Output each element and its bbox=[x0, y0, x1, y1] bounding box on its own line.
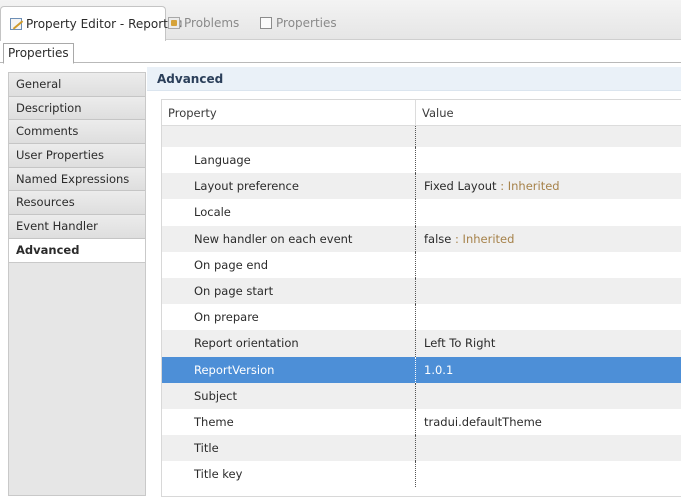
tab-problems[interactable]: Problems bbox=[168, 6, 239, 40]
value-cell[interactable] bbox=[416, 252, 681, 278]
property-cell: Title bbox=[162, 435, 416, 462]
property-cell: On prepare bbox=[162, 304, 416, 331]
column-header-property[interactable]: Property bbox=[162, 100, 416, 125]
tab-properties[interactable]: Properties bbox=[260, 6, 337, 40]
properties-subtab-bar: Properties bbox=[0, 41, 681, 64]
view-tab-strip: Property Editor - Report ⊠ Problems Prop… bbox=[0, 0, 681, 41]
value-cell bbox=[416, 126, 681, 147]
tab-problems-label: Problems bbox=[184, 16, 240, 30]
property-cell: Language bbox=[162, 147, 416, 174]
value-cell[interactable] bbox=[416, 435, 681, 461]
category-comments[interactable]: Comments bbox=[9, 120, 145, 145]
property-editor-icon bbox=[10, 18, 22, 30]
value-cell[interactable] bbox=[416, 461, 681, 487]
value-cell[interactable] bbox=[416, 147, 681, 173]
value-cell[interactable]: Fixed Layout : Inherited bbox=[416, 173, 681, 199]
category-event-handler[interactable]: Event Handler bbox=[9, 215, 145, 239]
property-cell: ReportVersion bbox=[162, 356, 416, 383]
property-cell bbox=[162, 126, 416, 147]
property-cell: Subject bbox=[162, 382, 416, 409]
category-advanced[interactable]: Advanced bbox=[9, 238, 145, 263]
category-general[interactable]: General bbox=[9, 73, 145, 97]
value-cell[interactable]: tradui.defaultTheme bbox=[416, 409, 681, 435]
inherited-label: Inherited bbox=[462, 231, 515, 246]
table-row[interactable]: New handler on each event false : Inheri… bbox=[162, 225, 681, 252]
table-row[interactable]: On page start bbox=[162, 277, 681, 305]
properties-icon bbox=[260, 17, 272, 29]
tab-property-editor[interactable]: Property Editor - Report ⊠ bbox=[0, 6, 182, 41]
table-row[interactable]: Report orientation Left To Right bbox=[162, 330, 681, 357]
value-cell[interactable] bbox=[416, 304, 681, 330]
category-list: General Description Comments User Proper… bbox=[8, 72, 146, 496]
property-cell: On page end bbox=[162, 251, 416, 278]
table-row-selected[interactable]: ReportVersion 1.0.1 bbox=[162, 356, 681, 383]
property-cell: New handler on each event bbox=[162, 225, 416, 252]
category-named-expressions[interactable]: Named Expressions bbox=[9, 167, 145, 192]
property-cell: Layout preference bbox=[162, 173, 416, 200]
table-row[interactable]: On page end bbox=[162, 251, 681, 278]
value-cell[interactable] bbox=[416, 383, 681, 409]
problems-icon bbox=[168, 17, 180, 29]
value-text: Fixed Layout bbox=[424, 179, 497, 194]
advanced-panel: Advanced Property Value Language Layout … bbox=[147, 63, 681, 500]
property-cell: Theme bbox=[162, 408, 416, 436]
category-description[interactable]: Description bbox=[9, 96, 145, 121]
inherited-label: Inherited bbox=[507, 179, 560, 194]
category-resources[interactable]: Resources bbox=[9, 191, 145, 216]
table-row-clipped bbox=[162, 126, 681, 147]
table-row[interactable]: Title bbox=[162, 435, 681, 462]
value-cell[interactable]: 1.0.1 bbox=[416, 357, 681, 383]
property-cell: On page start bbox=[162, 277, 416, 305]
table-row[interactable]: Subject bbox=[162, 382, 681, 409]
value-cell[interactable] bbox=[416, 278, 681, 304]
table-row[interactable]: Theme tradui.defaultTheme bbox=[162, 408, 681, 436]
section-title: Advanced bbox=[147, 67, 681, 91]
column-header-value[interactable]: Value bbox=[416, 100, 681, 125]
grid-header: Property Value bbox=[162, 100, 681, 126]
tab-property-editor-label: Property Editor - Report bbox=[26, 17, 168, 31]
property-grid: Property Value Language Layout preferenc… bbox=[161, 99, 681, 497]
subtab-properties[interactable]: Properties bbox=[3, 43, 74, 64]
value-text: false bbox=[424, 231, 452, 246]
table-row[interactable]: Title key bbox=[162, 461, 681, 488]
tab-properties-label: Properties bbox=[276, 16, 337, 30]
value-cell[interactable] bbox=[416, 199, 681, 225]
table-row[interactable]: Language bbox=[162, 147, 681, 174]
table-row[interactable]: Locale bbox=[162, 199, 681, 226]
table-row[interactable]: Layout preference Fixed Layout : Inherit… bbox=[162, 173, 681, 200]
table-row[interactable]: On prepare bbox=[162, 304, 681, 331]
category-user-properties[interactable]: User Properties bbox=[9, 144, 145, 168]
value-cell[interactable]: false : Inherited bbox=[416, 226, 681, 252]
value-cell[interactable]: Left To Right bbox=[416, 330, 681, 356]
property-cell: Locale bbox=[162, 199, 416, 226]
property-cell: Report orientation bbox=[162, 330, 416, 357]
property-cell: Title key bbox=[162, 461, 416, 488]
